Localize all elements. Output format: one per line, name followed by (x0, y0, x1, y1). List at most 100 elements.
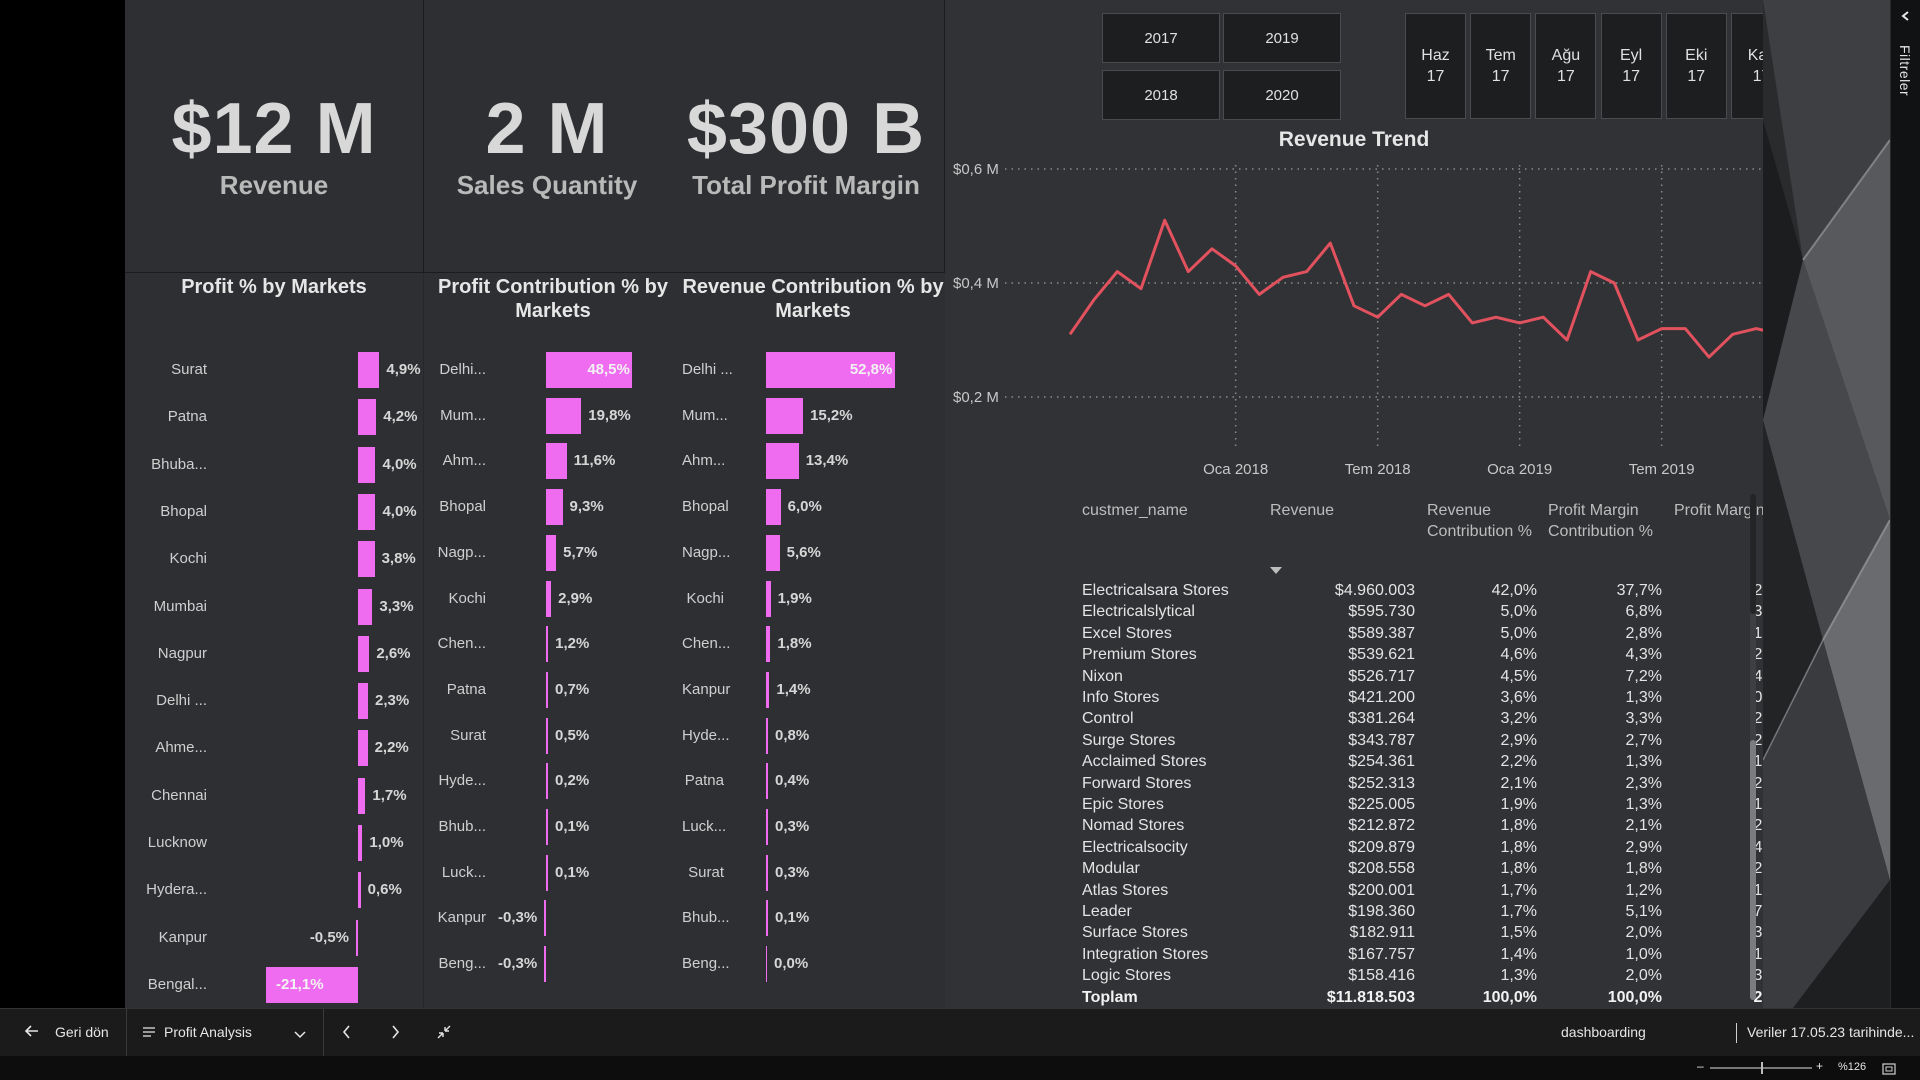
table-cell[interactable]: $208.558 (1275, 858, 1415, 879)
bar[interactable] (766, 671, 770, 708)
bar[interactable] (546, 534, 557, 571)
year-slicer-2018[interactable]: 2018 (1102, 70, 1220, 120)
month-slicer-item[interactable]: Ağu 17 (1535, 13, 1597, 119)
table-cell[interactable]: 1,5% (1397, 922, 1537, 943)
table-cell[interactable]: 2,9% (1397, 730, 1537, 751)
next-page-button[interactable] (388, 1023, 402, 1046)
table-cell[interactable]: 6,8% (1522, 601, 1662, 622)
kpi-total-profit-margin-card[interactable]: $300 B Total Profit Margin (671, 0, 941, 272)
bar[interactable] (766, 900, 768, 937)
revenue-trend-chart[interactable]: Revenue Trend $0,6 M $0,4 M $0,2 M Oca 2018… (945, 125, 1763, 485)
bar[interactable] (358, 872, 361, 909)
zoom-slider[interactable] (1710, 1062, 1812, 1074)
table-cell[interactable]: Logic Stores (1082, 965, 1171, 986)
bar[interactable] (355, 919, 358, 956)
series-line-revenue[interactable] (1068, 218, 1763, 408)
table-cell[interactable]: $4.960.003 (1275, 580, 1415, 601)
table-cell[interactable]: 1,9% (1397, 794, 1537, 815)
table-cell[interactable]: 2,0% (1522, 922, 1662, 943)
chevron-left-icon[interactable] (1900, 10, 1912, 25)
table-cell[interactable]: $589.387 (1275, 623, 1415, 644)
bar[interactable] (766, 809, 768, 845)
table-cell[interactable]: 2,7% (1522, 730, 1662, 751)
year-slicer-2020[interactable]: 2020 (1223, 70, 1341, 120)
table-cell[interactable]: $343.787 (1275, 730, 1415, 751)
table-cell[interactable]: Control (1082, 708, 1134, 729)
table-cell[interactable]: $198.360 (1275, 901, 1415, 922)
bar[interactable] (766, 534, 780, 571)
table-cell[interactable]: 1,3% (1522, 751, 1662, 772)
sort-descending-icon[interactable] (1270, 562, 1282, 580)
bar[interactable] (546, 443, 567, 480)
table-cell[interactable]: $167.757 (1275, 944, 1415, 965)
table-cell[interactable]: Surface Stores (1082, 922, 1188, 943)
table-cell[interactable]: $209.879 (1275, 837, 1415, 858)
bar[interactable] (766, 854, 768, 891)
table-cell[interactable]: Atlas Stores (1082, 880, 1168, 901)
bar[interactable] (766, 580, 771, 617)
table-cell[interactable]: $526.717 (1275, 666, 1415, 687)
header-revenue-contribution[interactable]: Revenue Contribution % (1427, 500, 1537, 542)
table-cell[interactable]: Forward Stores (1082, 773, 1191, 794)
bar[interactable] (544, 946, 546, 983)
table-cell[interactable]: $158.416 (1275, 965, 1415, 986)
table-cell[interactable]: $421.200 (1275, 687, 1415, 708)
bar[interactable] (358, 493, 376, 530)
table-cell[interactable]: 1,8% (1397, 815, 1537, 836)
header-revenue[interactable]: Revenue (1270, 500, 1390, 521)
bar[interactable] (358, 777, 366, 814)
table-cell[interactable]: Integration Stores (1082, 944, 1208, 965)
table-cell[interactable]: Electricalslytical (1082, 601, 1195, 622)
table-cell[interactable]: 4,3% (1522, 644, 1662, 665)
table-cell[interactable]: Electricalsocity (1082, 837, 1188, 858)
bar[interactable] (546, 671, 548, 708)
total-cell[interactable]: Toplam (1082, 987, 1138, 1008)
filters-pane[interactable]: Filtreler (1890, 0, 1920, 1008)
table-cell[interactable]: 3,2% (1397, 708, 1537, 729)
month-slicer-item[interactable]: Tem 17 (1470, 13, 1532, 119)
table-cell[interactable]: 1,3% (1397, 965, 1537, 986)
bar[interactable] (766, 397, 804, 434)
table-cell[interactable]: $254.361 (1275, 751, 1415, 772)
bar[interactable] (358, 588, 373, 625)
table-cell[interactable]: Acclaimed Stores (1082, 751, 1207, 772)
table-cell[interactable]: 5,0% (1397, 623, 1537, 644)
bar[interactable] (358, 352, 380, 388)
table-cell[interactable]: Leader (1082, 901, 1132, 922)
table-cell[interactable]: $200.001 (1275, 880, 1415, 901)
table-cell[interactable]: Surge Stores (1082, 730, 1175, 751)
previous-page-button[interactable] (340, 1023, 354, 1046)
bar[interactable] (358, 730, 368, 767)
table-cell[interactable]: 1,7% (1397, 901, 1537, 922)
table-cell[interactable]: 2,1% (1522, 815, 1662, 836)
collapse-button[interactable] (436, 1024, 452, 1045)
zoom-in-button[interactable]: + (1816, 1059, 1823, 1073)
table-cell[interactable]: Electricalsara Stores (1082, 580, 1229, 601)
table-cell[interactable]: 3,6% (1397, 687, 1537, 708)
table-cell[interactable]: 2,1% (1397, 773, 1537, 794)
table-cell[interactable]: Modular (1082, 858, 1140, 879)
header-customer-name[interactable]: custmer_name (1082, 500, 1262, 521)
table-cell[interactable]: 2,8% (1522, 623, 1662, 644)
bar[interactable] (766, 443, 799, 480)
month-slicer-item[interactable]: Eki 17 (1665, 13, 1727, 119)
bar[interactable] (766, 946, 767, 983)
table-cell[interactable]: 5,0% (1397, 601, 1537, 622)
table-cell[interactable]: 1,3% (1522, 794, 1662, 815)
year-slicer-2019[interactable]: 2019 (1223, 13, 1341, 63)
bar[interactable] (358, 399, 377, 436)
profit-contribution-by-markets-chart[interactable]: Profit Contribution % by Markets Delhi..… (424, 273, 682, 1008)
table-cell[interactable]: $252.313 (1275, 773, 1415, 794)
table-cell[interactable]: $212.872 (1275, 815, 1415, 836)
table-cell[interactable]: Premium Stores (1082, 644, 1197, 665)
bar[interactable] (766, 717, 768, 754)
bar[interactable] (766, 626, 771, 663)
total-cell[interactable]: 100,0% (1397, 987, 1537, 1008)
customer-table[interactable]: custmer_name Revenue Revenue Contributio… (945, 492, 1790, 1008)
table-cell[interactable]: 2,9% (1522, 837, 1662, 858)
bar[interactable] (546, 580, 552, 617)
table-cell[interactable]: 1,8% (1397, 858, 1537, 879)
bar[interactable] (766, 763, 768, 800)
filters-label[interactable]: Filtreler (1897, 45, 1913, 96)
kpi-sales-quantity-card[interactable]: 2 M Sales Quantity (423, 0, 671, 272)
